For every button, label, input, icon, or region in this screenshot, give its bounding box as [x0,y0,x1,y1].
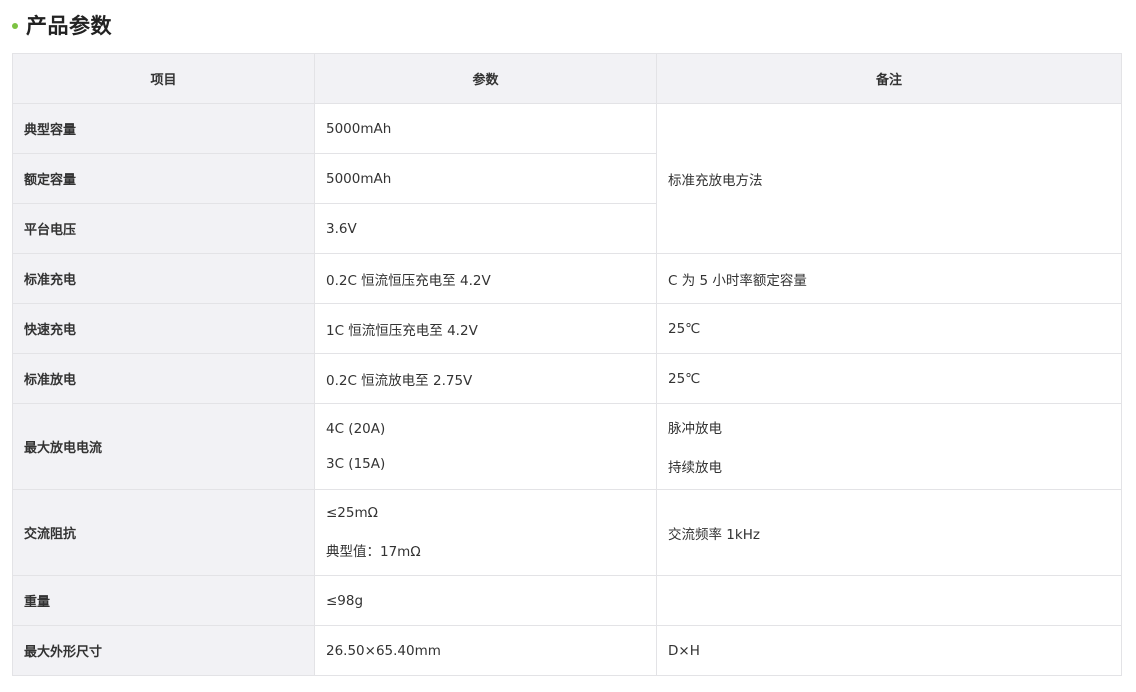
value-line: 26.50×65.40mm [326,642,441,659]
value-line: ≤98g [326,592,364,609]
note-line: 脉冲放电 [668,421,722,437]
note-line: 持续放电 [668,460,722,476]
row-note: C 为 5 小时率额定容量 [656,253,1122,304]
row-label: 最大外形尺寸 [12,625,315,676]
bullet-dot-icon [12,23,18,29]
product-params-table: 项目 参数 备注 典型容量 5000mAh 标准充放电方法 额定容量 5000m… [12,53,1122,676]
note-line: 25℃ [668,320,701,337]
table-row: 标准充电 0.2C 恒流恒压充电至 4.2V C 为 5 小时率额定容量 [12,253,1122,304]
row-label: 标准充电 [12,253,315,304]
row-value: 26.50×65.40mm [314,625,657,676]
note-line: 交流频率 1kHz [668,526,760,543]
value-line: 4C (20A) [326,421,386,437]
row-note [656,575,1122,626]
table-row: 最大外形尺寸 26.50×65.40mm D×H [12,625,1122,676]
note-line: 25℃ [668,370,701,387]
note-line: C 为 5 小时率额定容量 [668,272,807,289]
row-note: 标准充放电方法 [656,103,1122,254]
row-label: 最大放电电流 [12,403,315,490]
value-line: 5000mAh [326,120,392,137]
row-value: 3.6V [314,203,657,254]
row-note: 脉冲放电 持续放电 [656,403,1122,490]
table-row: 典型容量 5000mAh 标准充放电方法 [12,103,1122,254]
row-note: 25℃ [656,353,1122,404]
row-note: 25℃ [656,303,1122,354]
row-label: 平台电压 [12,203,315,254]
table-header-row: 项目 参数 备注 [12,53,1122,104]
table-row: 最大放电电流 4C (20A) 3C (15A) 脉冲放电 持续放电 [12,403,1122,490]
row-value: 0.2C 恒流放电至 2.75V [314,353,657,404]
value-line: 3C (15A) [326,456,386,472]
section-header: 产品参数 [12,8,112,42]
header-item: 项目 [12,53,315,104]
row-label: 额定容量 [12,153,315,204]
header-param: 参数 [314,53,657,104]
table-row: 重量 ≤98g [12,575,1122,626]
row-value: 1C 恒流恒压充电至 4.2V [314,303,657,354]
row-value: ≤98g [314,575,657,626]
header-note: 备注 [656,53,1122,104]
value-line: ≤25mΩ [326,505,378,521]
table-row: 交流阻抗 ≤25mΩ 典型值：17mΩ 交流频率 1kHz [12,489,1122,576]
row-label: 标准放电 [12,353,315,404]
value-line: 典型值：17mΩ [326,544,421,560]
value-line: 1C 恒流恒压充电至 4.2V [326,322,478,339]
row-label: 快速充电 [12,303,315,354]
table-row: 标准放电 0.2C 恒流放电至 2.75V 25℃ [12,353,1122,404]
row-value: 4C (20A) 3C (15A) [314,403,657,490]
row-value: ≤25mΩ 典型值：17mΩ [314,489,657,576]
row-value: 5000mAh [314,103,657,154]
row-value: 0.2C 恒流恒压充电至 4.2V [314,253,657,304]
row-label: 典型容量 [12,103,315,154]
value-line: 5000mAh [326,170,392,187]
section-title: 产品参数 [26,14,112,38]
row-value: 5000mAh [314,153,657,204]
row-note: 交流频率 1kHz [656,489,1122,576]
value-line: 0.2C 恒流恒压充电至 4.2V [326,272,491,289]
note-line: 标准充放电方法 [668,172,763,189]
value-line: 0.2C 恒流放电至 2.75V [326,372,473,389]
table-row: 快速充电 1C 恒流恒压充电至 4.2V 25℃ [12,303,1122,354]
note-line: D×H [668,642,700,659]
row-note: D×H [656,625,1122,676]
value-line: 3.6V [326,220,357,237]
row-label: 重量 [12,575,315,626]
row-label: 交流阻抗 [12,489,315,576]
